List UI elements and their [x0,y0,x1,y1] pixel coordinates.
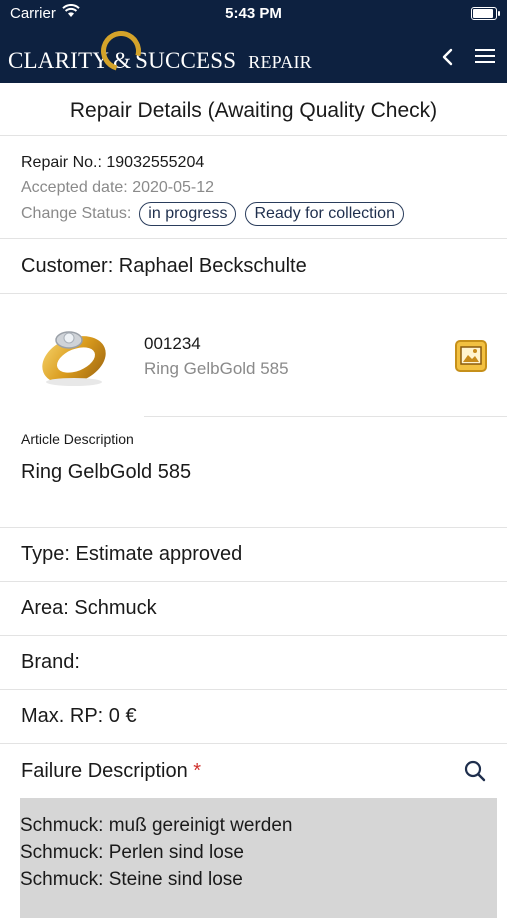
page-title: Repair Details (Awaiting Quality Check) [0,83,507,136]
image-gallery-icon[interactable] [455,340,487,372]
failure-label: Failure Description [21,760,188,782]
area-row: Area: Schmuck [0,582,507,636]
brand-left: CLARITY [8,48,110,73]
brand-logo: CLARITY & SUCCESS REPAIR [8,48,312,74]
description-value: Ring GelbGold 585 [21,461,192,483]
change-status-label: Change Status: [21,205,132,222]
status-chip-in-progress[interactable]: in progress [139,202,237,226]
type-row: Type: Estimate approved [0,528,507,582]
failure-line: Schmuck: Steine sind lose [20,869,243,890]
status-bar: Carrier 5:43 PM [0,0,507,28]
article-description: Article Description Ring GelbGold 585 [0,417,507,528]
clock: 5:43 PM [225,5,282,22]
menu-icon[interactable] [475,48,495,64]
repair-number: Repair No.: 19032555204 [21,154,205,171]
brand-right: SUCCESS [135,48,237,73]
status-chip-ready-for-collection[interactable]: Ready for collection [245,202,404,226]
battery-icon [471,7,500,20]
failure-line: Schmuck: muß gereinigt werden [20,815,293,836]
brand-subtitle: REPAIR [248,52,312,72]
article-divider [144,416,507,417]
ring-image [42,331,106,386]
description-label: Article Description [21,431,134,447]
failure-description-header: Failure Description * [0,744,507,798]
article-row[interactable]: 001234 Ring GelbGold 585 [0,294,507,416]
failure-description-field[interactable]: Schmuck: muß gereinigt werden Schmuck: P… [20,798,497,918]
article-name: Ring GelbGold 585 [144,359,289,378]
brand-ampersand: & [113,48,132,73]
status-row: Change Status: in progress Ready for col… [21,202,487,226]
max-rp-row: Max. RP: 0 € [0,690,507,744]
repair-details: Repair Details (Awaiting Quality Check) … [0,83,507,918]
accepted-date: Accepted date: 2020-05-12 [21,179,215,196]
required-mark: * [193,760,202,782]
failure-line: Schmuck: Perlen sind lose [20,842,244,863]
customer-name: Customer: Raphael Beckschulte [0,239,507,294]
brand-row: Brand: [0,636,507,690]
repair-info: Repair No.: 19032555204 Accepted date: 2… [0,136,507,239]
article-code: 001234 [144,334,201,353]
back-icon[interactable] [439,46,457,68]
search-icon[interactable] [463,759,487,783]
app-header: CLARITY & SUCCESS REPAIR [0,28,507,83]
